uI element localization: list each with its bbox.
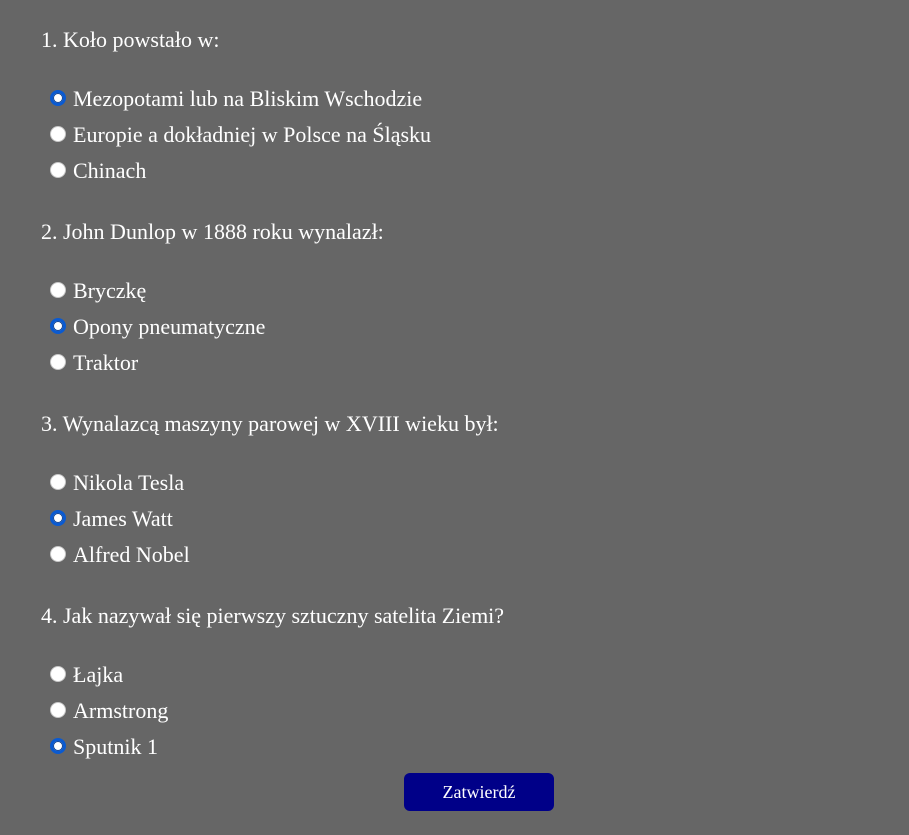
option-label: Opony pneumatyczne [73,314,266,339]
radio-button[interactable] [50,738,66,754]
option-label: Nikola Tesla [73,470,185,495]
option-label: Mezopotami lub na Bliskim Wschodzie [73,86,423,111]
question-1: 1. Koło powstało w: Mezopotami lub na Bl… [41,27,431,184]
question-text: 4. Jak nazywał się pierwszy sztuczny sat… [41,603,505,628]
question-text: 2. John Dunlop w 1888 roku wynalazł: [41,219,384,244]
question-text: 3. Wynalazcą maszyny parowej w XVIII wie… [41,411,499,436]
radio-button[interactable] [50,354,66,370]
question-4: 4. Jak nazywał się pierwszy sztuczny sat… [41,603,505,760]
question-2: 2. John Dunlop w 1888 roku wynalazł: Bry… [41,219,384,376]
option-label: Łajka [73,662,124,687]
option-label: Europie a dokładniej w Polsce na Śląsku [73,122,432,147]
question-3: 3. Wynalazcą maszyny parowej w XVIII wie… [41,411,499,568]
submit-button[interactable]: Zatwierdź [404,773,554,811]
radio-button[interactable] [50,318,66,334]
option-label: Chinach [73,158,147,183]
radio-button[interactable] [50,90,66,106]
option-label: Armstrong [73,698,169,723]
radio-button[interactable] [50,546,66,562]
radio-button[interactable] [50,126,66,142]
option-label: Sputnik 1 [73,734,158,759]
radio-button[interactable] [50,282,66,298]
radio-button[interactable] [50,666,66,682]
option-label: Bryczkę [73,278,147,303]
option-label: Alfred Nobel [73,542,190,567]
option-label: Traktor [73,350,139,375]
question-text: 1. Koło powstało w: [41,27,220,52]
radio-button[interactable] [50,702,66,718]
radio-button[interactable] [50,510,66,526]
radio-button[interactable] [50,474,66,490]
radio-button[interactable] [50,162,66,178]
option-label: James Watt [73,506,173,531]
